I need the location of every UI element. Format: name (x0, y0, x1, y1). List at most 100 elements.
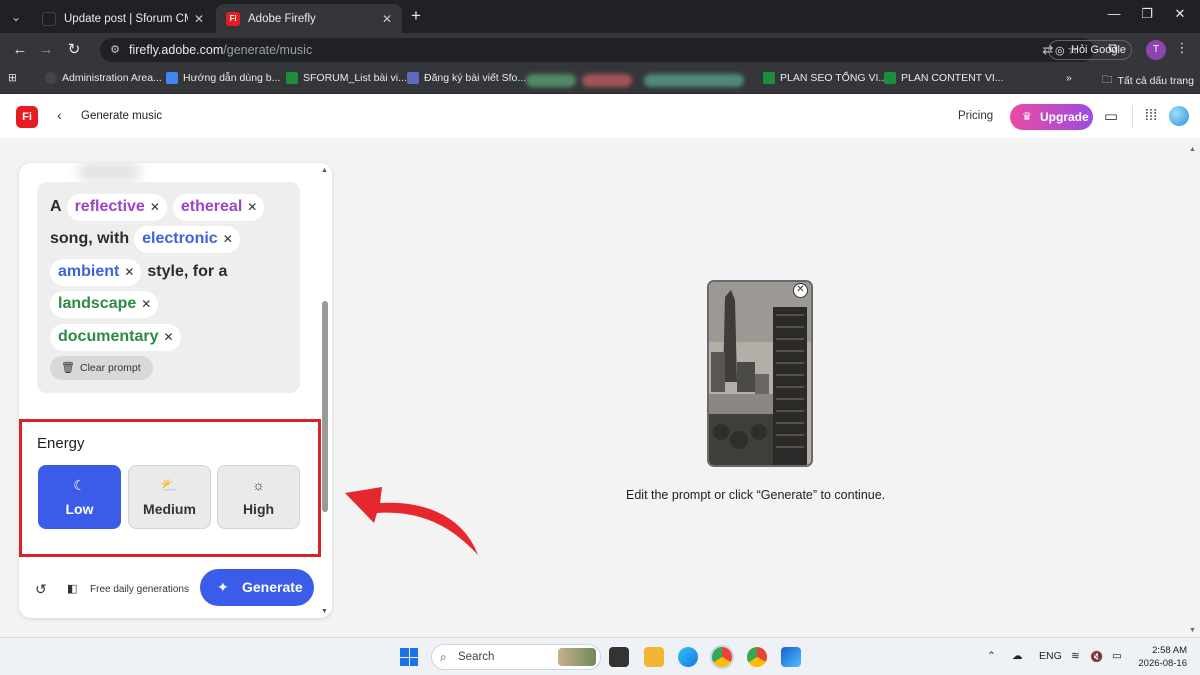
history-icon[interactable]: ↺ (35, 581, 47, 598)
tab-close-icon[interactable]: ✕ (382, 12, 392, 26)
sheets-icon (286, 72, 298, 84)
chip-electronic[interactable]: electronic ✕ (134, 225, 240, 253)
bookmark-dang-ky[interactable]: Đăng ký bài viết Sfo... (407, 72, 526, 84)
bookmark-star-icon[interactable]: ☆ (1065, 42, 1081, 58)
feedback-icon[interactable]: ▭ (1101, 107, 1121, 125)
volume-muted-icon[interactable]: 🔇 (1090, 650, 1103, 663)
apps-grid-icon[interactable]: ⊞ (8, 72, 17, 84)
trash-icon: 🗑 (61, 362, 75, 374)
cityscape-image (709, 282, 811, 465)
sheets-icon (884, 72, 896, 84)
bookmark-administration[interactable]: Administration Area... (45, 72, 162, 84)
panel-footer: ↺ ◧ Free daily generations ✦ Generate (19, 567, 332, 618)
clock[interactable]: 2:58 AM 2026-08-16 (1137, 644, 1187, 670)
task-view-icon[interactable] (609, 647, 629, 667)
chip-landscape[interactable]: landscape ✕ (50, 290, 159, 318)
docs-icon (166, 72, 178, 84)
bookmark-huong-dan[interactable]: Hướng dẫn dùng b... (166, 72, 280, 84)
chrome-icon[interactable] (712, 647, 732, 667)
reference-image-card[interactable] (707, 280, 813, 467)
remove-chip-icon[interactable]: ✕ (223, 232, 233, 246)
remove-chip-icon[interactable]: ✕ (247, 200, 257, 214)
remove-image-icon[interactable]: ✕ (793, 283, 808, 298)
language-indicator[interactable]: ENG (1039, 650, 1062, 662)
clear-prompt-button[interactable]: 🗑 Clear prompt (50, 356, 153, 380)
blurred-bookmark[interactable] (582, 74, 632, 87)
page-scroll-down-icon[interactable]: ▼ (1189, 627, 1196, 634)
panel-scrollbar[interactable] (322, 301, 328, 512)
folder-icon: 🗀 (1102, 74, 1113, 86)
remove-chip-icon[interactable]: ✕ (150, 200, 160, 214)
forward-icon[interactable]: → (36, 40, 56, 60)
profile-avatar[interactable]: T (1146, 40, 1166, 60)
bookmark-plan-seo[interactable]: PLAN SEO TỔNG VI... (763, 72, 887, 84)
prompt-line: landscape ✕ (50, 290, 164, 318)
battery-icon[interactable]: ▭ (1112, 650, 1122, 662)
firefly-logo[interactable]: Fi (16, 106, 38, 128)
bookmarks-bar: ⊞ Administration Area... Hướng dẫn dùng … (0, 66, 1200, 94)
site-info-icon[interactable]: ⚙ (108, 43, 122, 57)
more-bookmarks-button[interactable]: » (1066, 72, 1072, 84)
chip-ethereal[interactable]: ethereal ✕ (172, 193, 265, 221)
user-avatar[interactable] (1169, 106, 1189, 126)
firefly-favicon-icon: Fi (226, 11, 240, 26)
windows-start-icon[interactable] (400, 648, 418, 666)
edge-icon[interactable] (678, 647, 698, 667)
chrome-profile-icon[interactable] (747, 647, 767, 667)
back-icon[interactable]: ← (10, 40, 30, 60)
reload-icon[interactable]: ↻ (64, 40, 84, 60)
minimize-icon[interactable]: — (1104, 6, 1124, 21)
close-window-icon[interactable]: ✕ (1170, 6, 1190, 22)
remove-chip-icon[interactable]: ✕ (124, 265, 134, 279)
store-app-icon[interactable] (781, 647, 801, 667)
page-scroll-up-icon[interactable]: ▲ (1189, 146, 1196, 153)
cloud-icon[interactable]: ☁ (1012, 650, 1023, 662)
main-message: Edit the prompt or click “Generate” to c… (626, 488, 886, 502)
blurred-bookmark[interactable] (644, 74, 744, 87)
file-explorer-icon[interactable] (644, 647, 664, 667)
search-icon: ⌕ (440, 650, 447, 664)
prompt-box[interactable]: A reflective ✕ ethereal ✕ song, with elect… (37, 182, 300, 393)
back-chevron-icon[interactable]: ‹ (57, 107, 62, 123)
remove-chip-icon[interactable]: ✕ (163, 330, 173, 344)
extensions-icon[interactable]: ⧉ (1103, 40, 1123, 56)
menu-kebab-icon[interactable]: ⋮ (1172, 40, 1192, 56)
restore-icon[interactable]: ❐ (1137, 6, 1157, 22)
all-bookmarks-folder[interactable]: 🗀 Tất cả dấu trang (1102, 72, 1194, 90)
generate-button[interactable]: ✦ Generate (200, 569, 314, 606)
address-bar[interactable]: ⚙ firefly.adobe.com/generate/music ◎ Hỏi… (100, 38, 1132, 62)
annotation-arrow (345, 487, 478, 555)
blurred-bookmark[interactable] (526, 74, 576, 87)
tab-close-icon[interactable]: ✕ (194, 12, 204, 26)
tab-title: Update post | Sforum CMS (64, 12, 188, 25)
bookmark-sforum-list[interactable]: SFORUM_List bài vi... (286, 72, 407, 84)
upgrade-button[interactable]: ♛ Upgrade (1010, 104, 1093, 130)
wifi-icon[interactable]: ≋ (1071, 650, 1080, 662)
chip-ambient[interactable]: ambient ✕ (50, 258, 142, 286)
chip-reflective[interactable]: reflective ✕ (66, 193, 167, 221)
panel-scroll-down-icon[interactable]: ▼ (321, 608, 328, 615)
cms-favicon-icon (42, 11, 56, 26)
header-divider (1132, 106, 1133, 128)
pricing-link[interactable]: Pricing (958, 110, 993, 122)
new-tab-button[interactable]: + (406, 6, 426, 26)
tab-sforum-cms[interactable]: Update post | Sforum CMS ✕ (32, 4, 214, 33)
blurred-header (79, 163, 139, 181)
energy-highlight-box (19, 419, 321, 557)
tray-chevron-icon[interactable]: ⌃ (987, 650, 996, 662)
apps-grid-icon[interactable]: ⁞⁞⁞ (1141, 107, 1161, 124)
bookmark-plan-content[interactable]: PLAN CONTENT VI... (884, 72, 1004, 84)
prompt-line: documentary ✕ (50, 323, 187, 351)
crown-icon: ♛ (1022, 111, 1032, 123)
prompt-line: song, with electronic ✕ (50, 225, 246, 253)
prompt-line: A reflective ✕ ethereal ✕ (50, 193, 270, 221)
tab-search-icon[interactable]: ⌄ (6, 7, 26, 27)
url-text[interactable]: firefly.adobe.com/generate/music (129, 43, 312, 57)
panel-scroll-up-icon[interactable]: ▲ (321, 167, 328, 174)
tab-adobe-firefly[interactable]: Fi Adobe Firefly ✕ (216, 4, 402, 33)
taskbar-search[interactable]: ⌕ Search (431, 644, 601, 670)
tab-title: Adobe Firefly (248, 12, 316, 25)
remove-chip-icon[interactable]: ✕ (141, 297, 151, 311)
translate-icon[interactable]: ⇄ (1040, 42, 1056, 58)
chip-documentary[interactable]: documentary ✕ (50, 323, 181, 351)
